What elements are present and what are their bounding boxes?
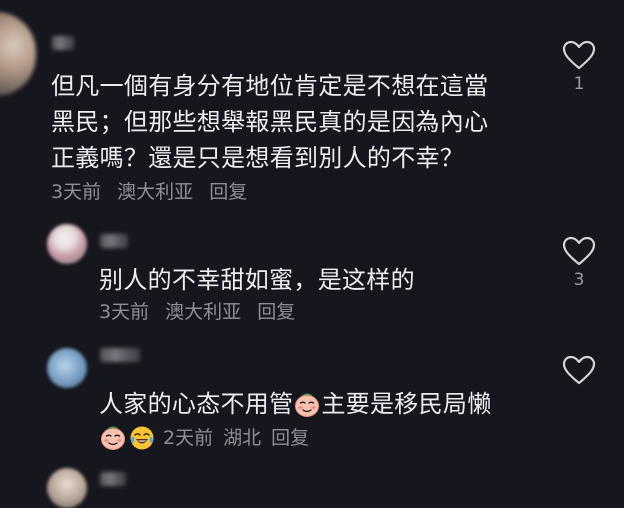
- reply-button[interactable]: 回复: [257, 301, 295, 323]
- heart-outline-icon: [562, 355, 596, 385]
- like-button[interactable]: 1: [559, 40, 599, 94]
- like-count: 3: [573, 270, 585, 290]
- comment-text-line: 但凡一個有身分有地位肯定是不想在這當: [51, 72, 489, 100]
- comment-text: 但凡一個有身分有地位肯定是不想在這當 黑民；但那些想舉報黑民真的是因為內心 正義…: [51, 68, 531, 176]
- heart-outline-icon: [562, 40, 596, 70]
- comment-time: 2天前: [163, 427, 214, 449]
- comment-text-part: 人家的心态不用管: [99, 390, 294, 418]
- username-blurred[interactable]: [100, 472, 126, 486]
- comment-meta: 2天前 湖北 回复: [99, 425, 319, 451]
- comment-time: 3天前: [51, 181, 102, 203]
- avatar[interactable]: [47, 348, 87, 388]
- reply-button[interactable]: 回复: [271, 426, 309, 450]
- comment-location: 湖北: [223, 427, 262, 449]
- comment-meta: 3天前 澳大利亚 回复: [99, 300, 305, 324]
- smirk-face-emoji: [294, 392, 320, 418]
- comment-time: 3天前: [99, 301, 150, 323]
- avatar[interactable]: [47, 468, 87, 508]
- comment-meta: 3天前 澳大利亚 回复: [51, 180, 257, 204]
- comment-location: 澳大利亚: [165, 301, 242, 323]
- laughing-tears-emoji: [129, 425, 155, 451]
- username-blurred[interactable]: [100, 348, 140, 362]
- avatar[interactable]: [0, 12, 36, 96]
- avatar[interactable]: [47, 224, 87, 264]
- comment-text-line: 黑民；但那些想舉報黑民真的是因為內心: [51, 108, 489, 136]
- comment-text-line: 正義嗎？還是只是想看到別人的不幸？: [51, 144, 465, 172]
- comment-text: 人家的心态不用管 主要是移民局懒: [99, 386, 559, 422]
- smirk-face-emoji: [100, 425, 126, 451]
- like-button[interactable]: [559, 355, 599, 385]
- comment-location: 澳大利亚: [117, 181, 194, 203]
- reply-button[interactable]: 回复: [209, 181, 247, 203]
- username-blurred[interactable]: [52, 36, 74, 50]
- username-blurred[interactable]: [100, 234, 128, 248]
- heart-outline-icon: [562, 236, 596, 266]
- like-button[interactable]: 3: [559, 236, 599, 290]
- comment-text-part: 主要是移民局懒: [321, 390, 492, 418]
- like-count: 1: [573, 74, 585, 94]
- comment-text: 别人的不幸甜如蜜，是这样的: [99, 266, 415, 294]
